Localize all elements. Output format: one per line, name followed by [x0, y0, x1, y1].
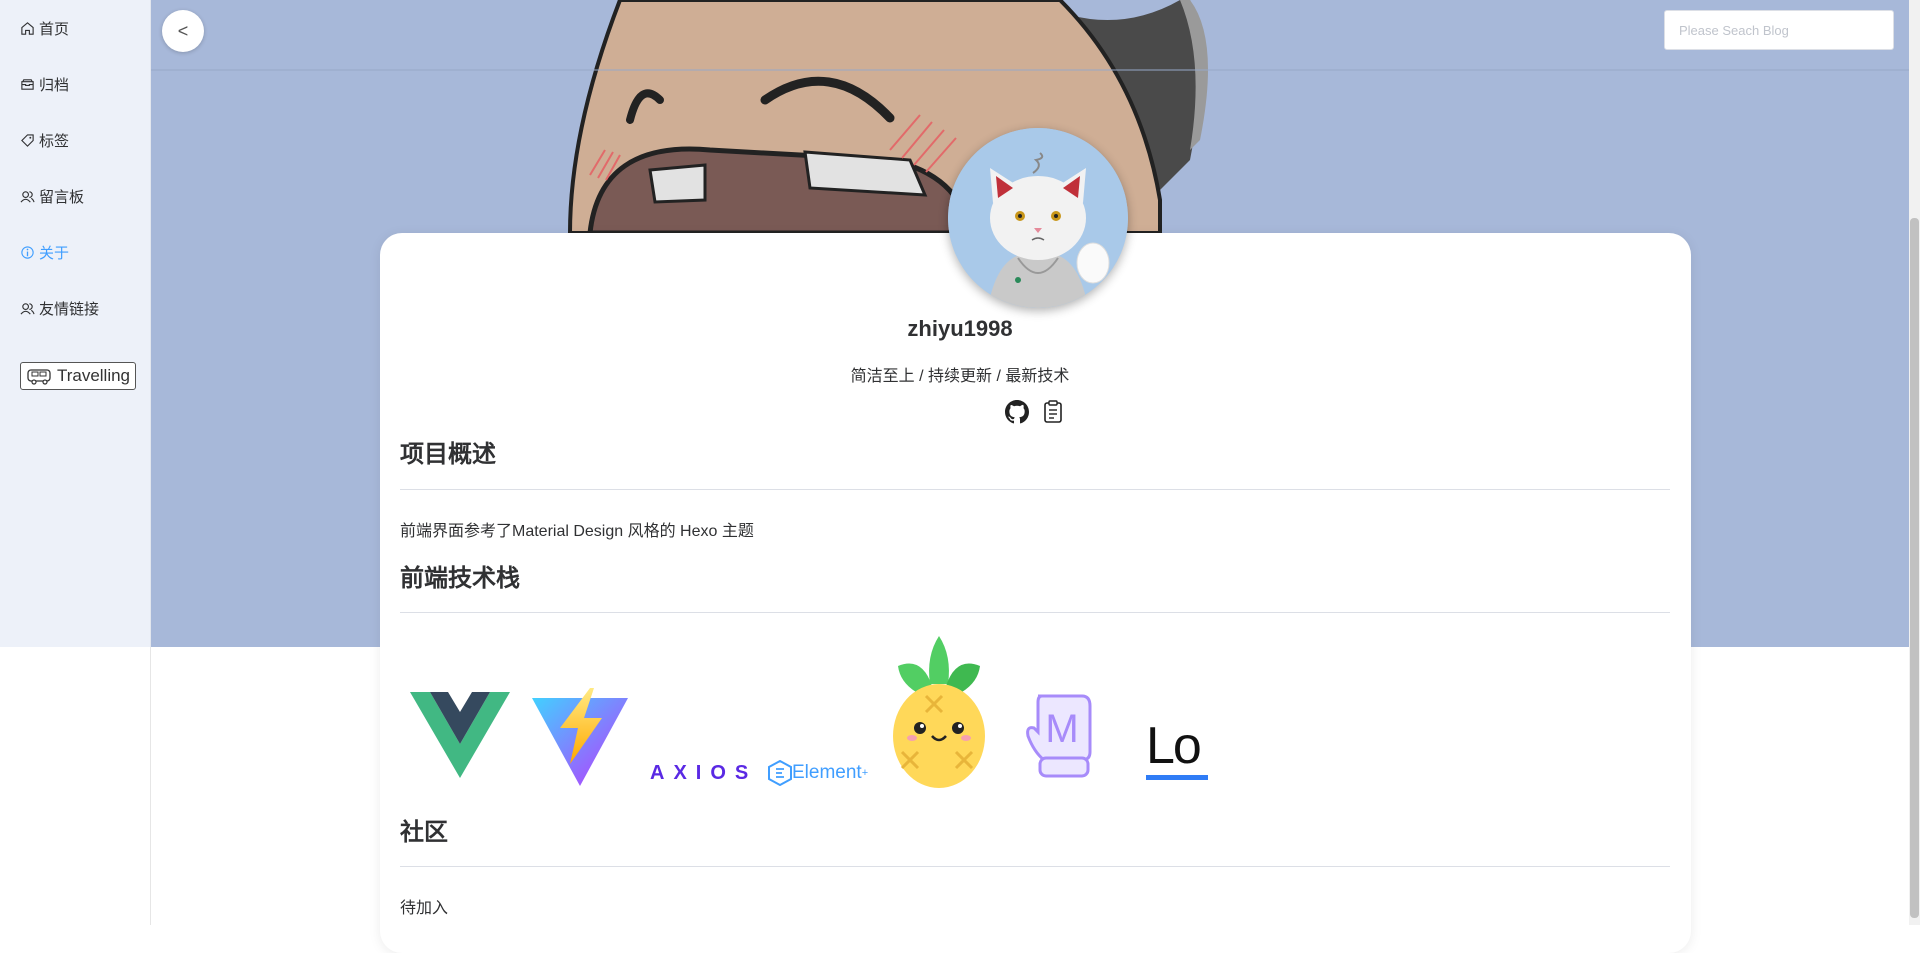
github-link[interactable]: [1005, 400, 1029, 428]
divider: [400, 489, 1670, 490]
vite-logo: [532, 688, 628, 786]
users-icon: [20, 190, 35, 203]
sidebar-item-label: 归档: [39, 76, 70, 94]
pinia-logo: [893, 636, 985, 788]
sidebar-item-archive[interactable]: 归档: [20, 72, 69, 96]
box-icon: [21, 78, 34, 90]
home-icon: [21, 21, 34, 35]
notes-link[interactable]: [1041, 400, 1065, 428]
back-button[interactable]: <: [162, 10, 204, 52]
mitten-logo: M: [1026, 694, 1092, 778]
element-hex-icon: [768, 760, 792, 786]
mitten-letter: M: [1045, 707, 1078, 751]
section-title-overview: 项目概述: [400, 441, 496, 468]
chevron-left-icon: <: [177, 20, 189, 41]
scrollbar-thumb[interactable]: [1910, 218, 1919, 918]
sidebar-item-tags[interactable]: 标签: [20, 128, 69, 152]
lo-logo-text: Lo: [1146, 717, 1202, 775]
profile-motto: 简洁至上 / 持续更新 / 最新技术: [850, 368, 1070, 385]
section-title-community: 社区: [400, 819, 448, 846]
sidebar-item-label: 关于: [39, 244, 70, 262]
info-icon: [21, 245, 34, 259]
lo-logo: Lo: [1146, 720, 1210, 780]
sidebar-item-about[interactable]: 关于: [20, 240, 69, 264]
sidebar-item-label: 留言板: [39, 188, 85, 206]
search-input[interactable]: [1664, 10, 1894, 50]
users-icon: [20, 302, 35, 315]
profile-username: zhiyu1998: [907, 316, 1013, 341]
section-title-tech-stack: 前端技术栈: [400, 565, 520, 592]
community-text: 待加入: [400, 900, 449, 917]
sidebar-item-label: 标签: [39, 132, 70, 150]
divider: [400, 866, 1670, 867]
sidebar-bottom: [0, 647, 151, 925]
sidebar-item-guestbook[interactable]: 留言板: [20, 184, 84, 208]
tag-icon: [21, 133, 34, 147]
lo-underline: [1146, 775, 1208, 780]
overview-text: 前端界面参考了Material Design 风格的 Hexo 主题: [400, 523, 754, 540]
avatar: [948, 128, 1128, 308]
github-icon: [1005, 400, 1029, 424]
clipboard-icon: [1044, 400, 1062, 423]
vue-logo: [410, 692, 510, 778]
sidebar-item-home[interactable]: 首页: [20, 16, 69, 40]
element-plus-sup: +: [861, 767, 869, 779]
page-scrollbar[interactable]: [1909, 0, 1920, 925]
element-plus-text: Element: [792, 762, 862, 783]
cat-avatar-image: [948, 128, 1128, 308]
element-plus-logo: Element +: [768, 760, 868, 786]
axios-logo: AXIOS: [650, 762, 758, 784]
divider: [400, 612, 1670, 613]
sidebar-item-label: 首页: [39, 20, 70, 38]
